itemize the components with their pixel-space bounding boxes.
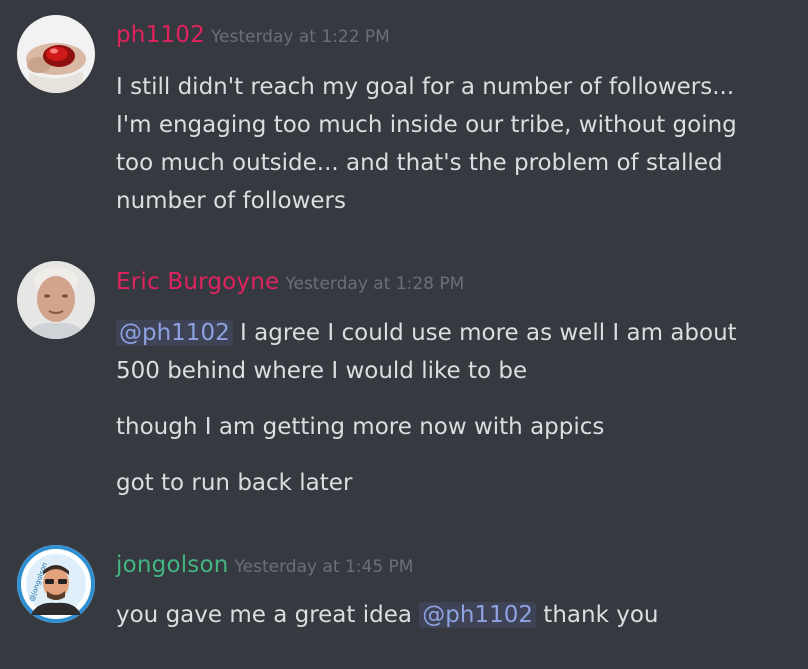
message-text: you gave me a great idea [116,602,420,628]
avatar[interactable] [17,261,95,339]
message-header: jongolson Yesterday at 1:45 PM [116,552,413,578]
user-mention[interactable]: @ph1102 [419,602,536,628]
message-text-line: I'm engaging too much inside our tribe, … [116,112,737,138]
message-text-line: 500 behind where I would like to be [116,358,528,384]
message-text-line: @ph1102 I agree I could use more as well… [116,314,737,352]
timestamp: Yesterday at 1:28 PM [285,274,465,294]
avatar[interactable] [17,545,95,623]
message-text-line: got to run back later [116,470,353,496]
message-text-line: number of followers [116,188,346,214]
avatar[interactable] [17,15,95,93]
message-text: thank you [536,602,659,628]
jongolson-avatar-icon [17,545,95,623]
message-header: Eric Burgoyne Yesterday at 1:28 PM [116,269,464,295]
message-text-line: I still didn't reach my goal for a numbe… [116,74,735,100]
username[interactable]: jongolson [116,552,229,578]
message-text: I agree I could use more as well I am ab… [232,320,737,346]
message-text-line: you gave me a great idea @ph1102 thank y… [116,596,658,634]
timestamp: Yesterday at 1:45 PM [234,557,414,577]
username[interactable]: Eric Burgoyne [116,269,279,295]
username[interactable]: ph1102 [116,22,205,48]
message-text-line: though I am getting more now with appics [116,414,605,440]
message-header: ph1102 Yesterday at 1:22 PM [116,22,390,48]
user-mention[interactable]: @ph1102 [116,320,233,346]
chat-messages: ph1102 Yesterday at 1:22 PM I still didn'… [0,0,808,669]
eric-burgoyne-avatar-icon [17,261,95,339]
timestamp: Yesterday at 1:22 PM [210,27,390,47]
ph1102-avatar-icon [17,15,95,93]
message-text-line: too much outside... and that's the probl… [116,150,723,176]
